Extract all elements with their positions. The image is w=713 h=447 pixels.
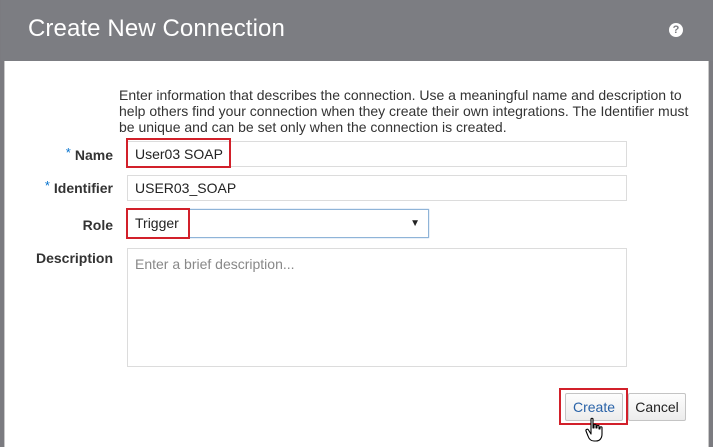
- chevron-down-icon[interactable]: ▼: [410, 210, 420, 237]
- required-marker: *: [65, 145, 71, 160]
- create-connection-dialog: Create New Connection ? Enter informatio…: [1, 0, 713, 447]
- role-label: Role: [82, 217, 113, 233]
- description-label: Description: [35, 250, 113, 266]
- dialog-title: Create New Connection: [28, 15, 285, 42]
- help-icon[interactable]: ?: [669, 23, 683, 37]
- name-field[interactable]: User03 SOAP: [127, 141, 627, 167]
- intro-text: Enter information that describes the con…: [119, 87, 689, 135]
- dialog-titlebar: Create New Connection ?: [1, 0, 713, 61]
- hand-cursor-icon: [585, 417, 603, 442]
- required-marker: *: [44, 178, 50, 193]
- name-label: * Name: [65, 145, 113, 163]
- cancel-button[interactable]: Cancel: [628, 393, 686, 421]
- role-select[interactable]: Trigger ▼: [127, 209, 429, 238]
- description-field[interactable]: Enter a brief description...: [127, 248, 627, 367]
- identifier-label: * Identifier: [44, 178, 113, 196]
- identifier-field[interactable]: USER03_SOAP: [127, 175, 627, 201]
